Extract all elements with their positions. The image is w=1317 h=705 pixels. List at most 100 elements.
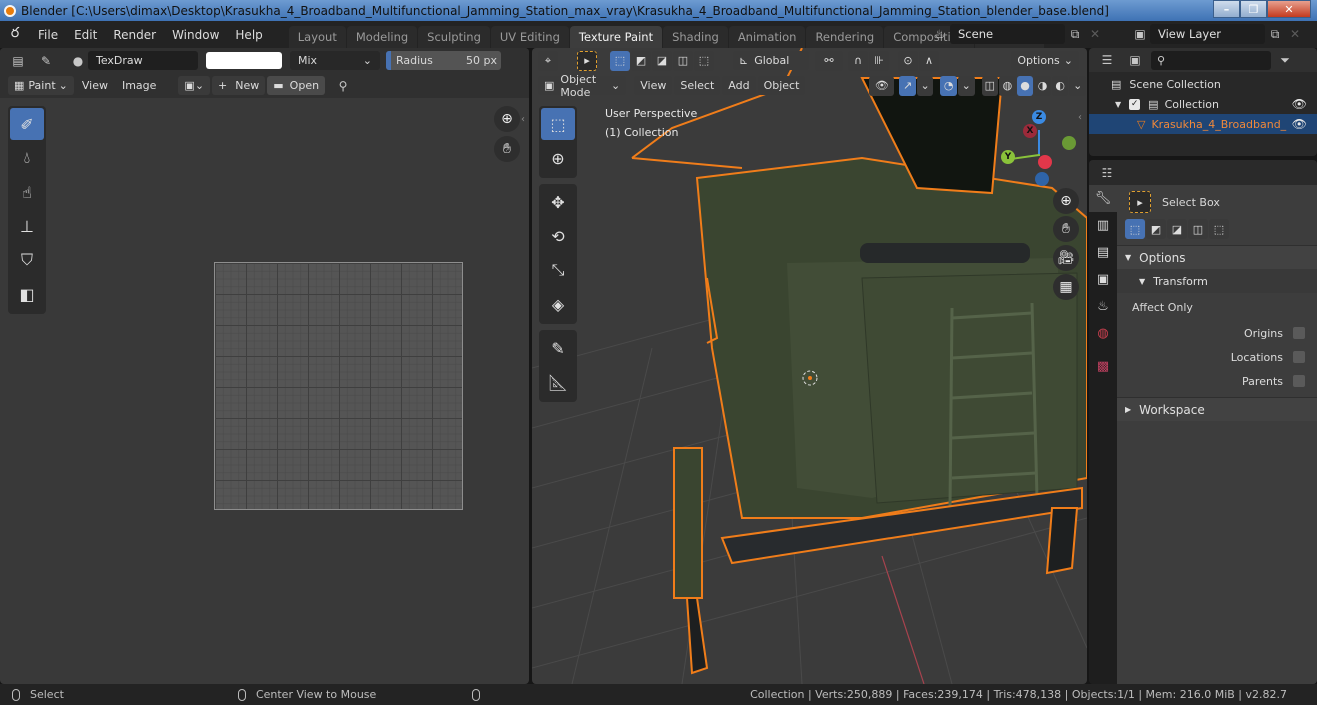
minimize-button[interactable]: –	[1213, 0, 1240, 18]
falloff-icon[interactable]: ∧	[919, 50, 939, 71]
outliner-row-collection[interactable]: ▼ ✓ ▤ Collection 👁︎	[1089, 94, 1317, 114]
transform-tool-button[interactable]: ◈	[541, 288, 575, 320]
scene-name-field[interactable]: Scene	[950, 24, 1065, 44]
annotate-tool-button[interactable]: ✎	[541, 332, 575, 364]
expand-arrow-icon[interactable]: ▼	[1115, 100, 1121, 109]
snap-icon[interactable]: ∩	[848, 50, 868, 71]
tab-tool[interactable]: 🔧︎	[1089, 185, 1117, 212]
mask-tool-button[interactable]: ◧	[10, 278, 44, 310]
scale-tool-button[interactable]: ⤡	[541, 254, 575, 286]
viewport-select-menu[interactable]: Select	[674, 76, 721, 95]
tab-output[interactable]: ▤	[1089, 239, 1117, 266]
brush-name-field[interactable]: TexDraw	[88, 51, 198, 70]
menu-window[interactable]: Window	[164, 28, 227, 42]
select-mode-extend-icon[interactable]: ◩	[1146, 219, 1166, 239]
tab-view-layer[interactable]: ▣	[1089, 266, 1117, 293]
move-tool-button[interactable]: ✥	[541, 186, 575, 218]
pivot-point-icon[interactable]: ⚯	[815, 50, 843, 71]
neg-x-axis-ball[interactable]	[1038, 155, 1052, 169]
image-menu[interactable]: Image	[116, 76, 162, 95]
shading-material-icon[interactable]: ◑	[1034, 75, 1051, 96]
pan-view-button[interactable]: ✋︎	[1053, 216, 1079, 242]
delete-view-layer-icon[interactable]: ✕	[1285, 24, 1305, 44]
image-browse-button[interactable]: ▣ ⌄	[178, 76, 211, 95]
open-image-button[interactable]: ▬ Open	[267, 76, 326, 95]
x-axis-ball[interactable]: X	[1023, 124, 1037, 138]
gizmo-dropdown-icon[interactable]: ⌄	[916, 75, 934, 96]
camera-view-button[interactable]: 🎥︎	[1053, 245, 1079, 271]
filter-icon[interactable]: ⏷	[1275, 50, 1295, 70]
shading-solid-icon[interactable]: ●	[1016, 75, 1034, 96]
proportional-edit-icon[interactable]: ⊙	[898, 50, 918, 71]
outliner-search-input[interactable]: ⚲	[1151, 50, 1271, 70]
fill-tool-button[interactable]: ⛉	[10, 244, 44, 276]
blend-mode-select[interactable]: Mix ⌄	[290, 51, 380, 70]
tab-uv-editing[interactable]: UV Editing	[490, 26, 569, 48]
snap-target-icon[interactable]: ⊪	[869, 50, 889, 71]
visibility-icon[interactable]: 👁︎	[869, 75, 895, 96]
viewport-view-menu[interactable]: View	[634, 76, 673, 95]
outliner-row-object[interactable]: ▽ Krasukha_4_Broadband_ 👁︎	[1089, 114, 1317, 134]
origins-checkbox[interactable]	[1293, 327, 1305, 339]
overlay-toggle-icon[interactable]: ◔	[940, 75, 957, 96]
select-mode-subtract-icon[interactable]: ◪	[1167, 219, 1187, 239]
view-menu[interactable]: View	[76, 76, 114, 95]
view-layer-name-field[interactable]: View Layer	[1150, 24, 1265, 44]
collection-visibility-icon[interactable]: 👁︎	[1292, 97, 1307, 111]
shading-dropdown-icon[interactable]: ⌄	[1069, 75, 1087, 96]
tab-animation[interactable]: Animation	[728, 26, 806, 48]
sidebar-toggle-icon[interactable]: ‹	[521, 114, 525, 125]
neg-z-axis-ball[interactable]	[1035, 172, 1049, 186]
object-visibility-icon[interactable]: 👁︎	[1292, 117, 1307, 131]
options-dropdown[interactable]: Options ⌄	[1011, 51, 1079, 70]
view-layer-icon[interactable]: ▣	[1130, 24, 1150, 44]
scene-icon[interactable]: ♨	[930, 24, 950, 44]
perspective-toggle-button[interactable]: ▦	[1053, 274, 1079, 300]
transform-orientation-dropdown[interactable]: ⊾ Global	[733, 51, 809, 70]
overlay-dropdown-icon[interactable]: ⌄	[958, 75, 975, 96]
shading-wireframe-icon[interactable]: ◍	[999, 75, 1016, 96]
radius-slider[interactable]: Radius 50 px	[386, 51, 501, 70]
menu-file[interactable]: File	[30, 28, 66, 42]
tab-modeling[interactable]: Modeling	[346, 26, 418, 48]
select-box-tool-button[interactable]: ⬚	[541, 108, 575, 140]
image-canvas[interactable]	[214, 262, 463, 510]
select-mode-new-icon[interactable]: ⬚	[610, 50, 630, 71]
tab-sculpting[interactable]: Sculpting	[418, 26, 490, 48]
parents-checkbox[interactable]	[1293, 375, 1305, 387]
new-image-button[interactable]: + New	[212, 76, 266, 95]
tab-texture[interactable]: ▩	[1089, 353, 1117, 380]
close-button[interactable]: ✕	[1267, 0, 1311, 18]
select-mode-intersect-icon[interactable]: ⬚	[1209, 219, 1229, 239]
select-mode-invert-icon[interactable]: ◫	[1188, 219, 1208, 239]
delete-scene-icon[interactable]: ✕	[1085, 24, 1105, 44]
workspace-panel-header[interactable]: ▶ Workspace	[1117, 397, 1317, 421]
soften-tool-button[interactable]: 💧︎	[10, 142, 44, 174]
select-mode-new-icon[interactable]: ⬚	[1125, 219, 1145, 239]
paint-mode-dropdown[interactable]: ▦ Paint ⌄	[8, 76, 74, 95]
tab-shading[interactable]: Shading	[663, 26, 728, 48]
brush-preview-icon[interactable]: ●	[68, 51, 88, 71]
properties-editor-type-icon[interactable]: ☷	[1097, 163, 1117, 183]
clone-tool-button[interactable]: ⊥	[10, 210, 44, 242]
select-mode-invert-icon[interactable]: ◫	[673, 50, 693, 71]
shading-rendered-icon[interactable]: ◐	[1051, 75, 1069, 96]
draw-tool-button[interactable]: ✐	[10, 108, 44, 140]
new-scene-icon[interactable]: ⧉	[1065, 24, 1085, 44]
blender-logo-icon[interactable]: ర	[0, 25, 30, 44]
rotate-tool-button[interactable]: ⟲	[541, 220, 575, 252]
new-view-layer-icon[interactable]: ⧉	[1265, 24, 1285, 44]
pin-icon[interactable]: ⚲	[333, 76, 353, 96]
tab-rendering[interactable]: Rendering	[806, 26, 884, 48]
outliner-row-scene-collection[interactable]: ▤ Scene Collection	[1089, 74, 1317, 94]
object-mode-dropdown[interactable]: ▣ Object Mode ⌄	[538, 73, 627, 99]
xray-toggle-icon[interactable]: ◫	[981, 75, 999, 96]
tab-render[interactable]: ▥	[1089, 212, 1117, 239]
select-mode-extend-icon[interactable]: ◩	[631, 50, 651, 71]
select-mode-subtract-icon[interactable]: ◪	[652, 50, 672, 71]
sidebar-toggle-icon[interactable]: ‹	[1078, 112, 1082, 123]
filter-view-icon[interactable]: ▣	[1125, 50, 1145, 70]
tab-texture-paint[interactable]: Texture Paint	[569, 26, 663, 48]
display-mode-icon[interactable]: ☰	[1097, 50, 1117, 70]
z-axis-ball[interactable]: Z	[1032, 110, 1046, 124]
